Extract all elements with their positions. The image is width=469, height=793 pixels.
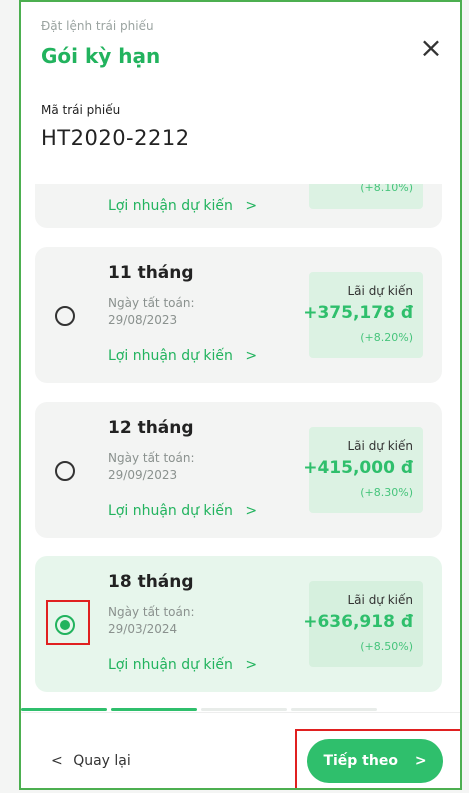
package-list[interactable]: (+8.10%) Lợi nhuận dự kiến > 11 tháng Ng… <box>21 184 460 704</box>
package-card-selected[interactable]: 18 tháng Ngày tất toán: 29/03/2024 Lãi d… <box>35 556 442 692</box>
profit-value: +415,000 đ <box>303 458 413 478</box>
package-radio[interactable] <box>55 306 75 326</box>
expected-profit-link-label: Lợi nhuận dự kiến <box>108 348 233 364</box>
step-progress <box>21 708 460 711</box>
progress-step-2 <box>111 708 197 711</box>
expected-profit-link-label: Lợi nhuận dự kiến <box>108 657 233 673</box>
bond-code-label: Mã trái phiếu <box>41 103 121 117</box>
profit-value: +636,918 đ <box>303 612 413 632</box>
dialog-title: Gói kỳ hạn <box>41 44 161 68</box>
chevron-right-icon: > <box>414 753 427 769</box>
maturity-label: Ngày tất toán: <box>108 605 195 619</box>
chevron-right-icon: > <box>245 348 258 364</box>
progress-step-4 <box>291 708 377 711</box>
chevron-right-icon: > <box>245 657 258 673</box>
chevron-right-icon: > <box>245 503 258 519</box>
package-radio[interactable] <box>55 461 75 481</box>
next-button[interactable]: Tiếp theo > <box>307 739 443 783</box>
dialog-supertitle: Đặt lệnh trái phiếu <box>41 19 154 33</box>
profit-rate: (+8.30%) <box>360 486 413 499</box>
profit-label: Lãi dự kiến <box>347 284 414 298</box>
package-card[interactable]: 11 tháng Ngày tất toán: 29/08/2023 Lãi d… <box>35 247 442 383</box>
expected-profit-link[interactable]: Lợi nhuận dự kiến > <box>108 503 257 519</box>
profit-box: Lãi dự kiến +636,918 đ (+8.50%) <box>303 581 423 667</box>
maturity-label: Ngày tất toán: <box>108 296 195 310</box>
profit-box: Lãi dự kiến +375,178 đ (+8.20%) <box>303 272 423 358</box>
maturity-date: 29/08/2023 <box>108 313 178 327</box>
expected-profit-link-label: Lợi nhuận dự kiến <box>108 198 233 214</box>
close-icon[interactable]: × <box>416 34 446 64</box>
package-term: 11 tháng <box>108 263 194 283</box>
dialog-footer: < Quay lại Tiếp theo > <box>21 712 460 788</box>
profit-label: Lãi dự kiến <box>347 439 414 453</box>
profit-rate: (+8.20%) <box>360 331 413 344</box>
back-label: Quay lại <box>73 753 131 769</box>
back-button[interactable]: < Quay lại <box>51 753 131 769</box>
package-term: 18 tháng <box>108 572 194 592</box>
profit-box: (+8.10%) <box>309 184 423 209</box>
chevron-left-icon: < <box>51 753 63 769</box>
profit-value: +375,178 đ <box>303 303 413 323</box>
maturity-label: Ngày tất toán: <box>108 451 195 465</box>
selection-highlight-box <box>46 600 90 645</box>
package-card-partial[interactable]: (+8.10%) Lợi nhuận dự kiến > <box>35 184 442 228</box>
package-term: 12 tháng <box>108 418 194 438</box>
bond-code-value: HT2020-2212 <box>41 126 190 150</box>
maturity-date: 29/03/2024 <box>108 622 178 636</box>
expected-profit-link[interactable]: Lợi nhuận dự kiến > <box>108 657 257 673</box>
order-dialog: Đặt lệnh trái phiếu Gói kỳ hạn × Mã trái… <box>19 0 462 790</box>
expected-profit-link[interactable]: Lợi nhuận dự kiến > <box>108 198 257 214</box>
profit-rate: (+8.50%) <box>360 640 413 653</box>
maturity-date: 29/09/2023 <box>108 468 178 482</box>
profit-label: Lãi dự kiến <box>347 593 414 607</box>
progress-step-3 <box>201 708 287 711</box>
progress-step-1 <box>21 708 107 711</box>
profit-rate: (+8.10%) <box>360 184 413 194</box>
profit-box: Lãi dự kiến +415,000 đ (+8.30%) <box>303 427 423 513</box>
package-card[interactable]: 12 tháng Ngày tất toán: 29/09/2023 Lãi d… <box>35 402 442 538</box>
expected-profit-link[interactable]: Lợi nhuận dự kiến > <box>108 348 257 364</box>
expected-profit-link-label: Lợi nhuận dự kiến <box>108 503 233 519</box>
chevron-right-icon: > <box>245 198 258 214</box>
next-label: Tiếp theo <box>323 753 398 769</box>
